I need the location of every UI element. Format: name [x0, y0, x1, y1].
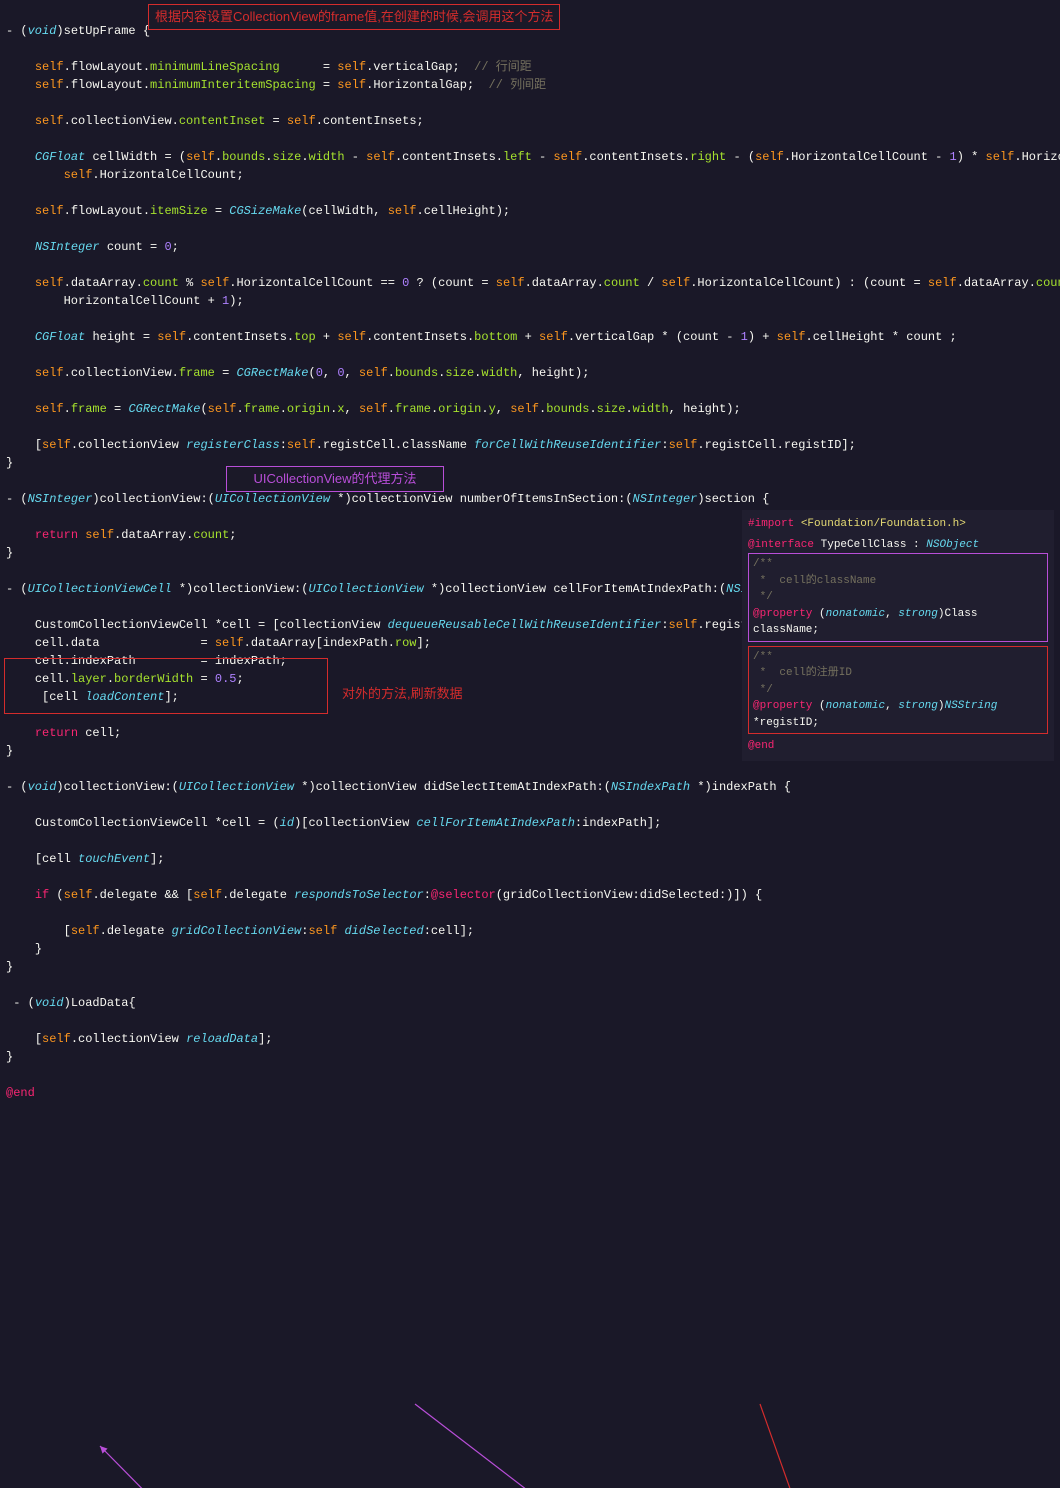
property-registid-box: /** * cell的注册ID */ @property (nonatomic,… [748, 646, 1048, 735]
comment-interitemspacing: // 列间距 [489, 78, 547, 92]
method-setupframe: setUpFrame [64, 24, 136, 38]
property-classname-box: /** * cell的className */ @property (nonat… [748, 553, 1048, 642]
annotation-loaddata: 对外的方法,刷新数据 [342, 684, 463, 704]
annotation-delegate: UICollectionView的代理方法 [226, 466, 444, 492]
end-directive: @end [6, 1086, 35, 1100]
arrow-overlay [0, 1106, 1060, 1488]
annotation-setupframe: 根据内容设置CollectionView的frame值,在创建的时候,会调用这个… [148, 4, 560, 30]
loaddata-box [4, 658, 328, 714]
side-panel: #import <Foundation/Foundation.h> @inter… [742, 510, 1054, 761]
comment-linespacing: // 行间距 [474, 60, 532, 74]
type-void: void [28, 24, 57, 38]
